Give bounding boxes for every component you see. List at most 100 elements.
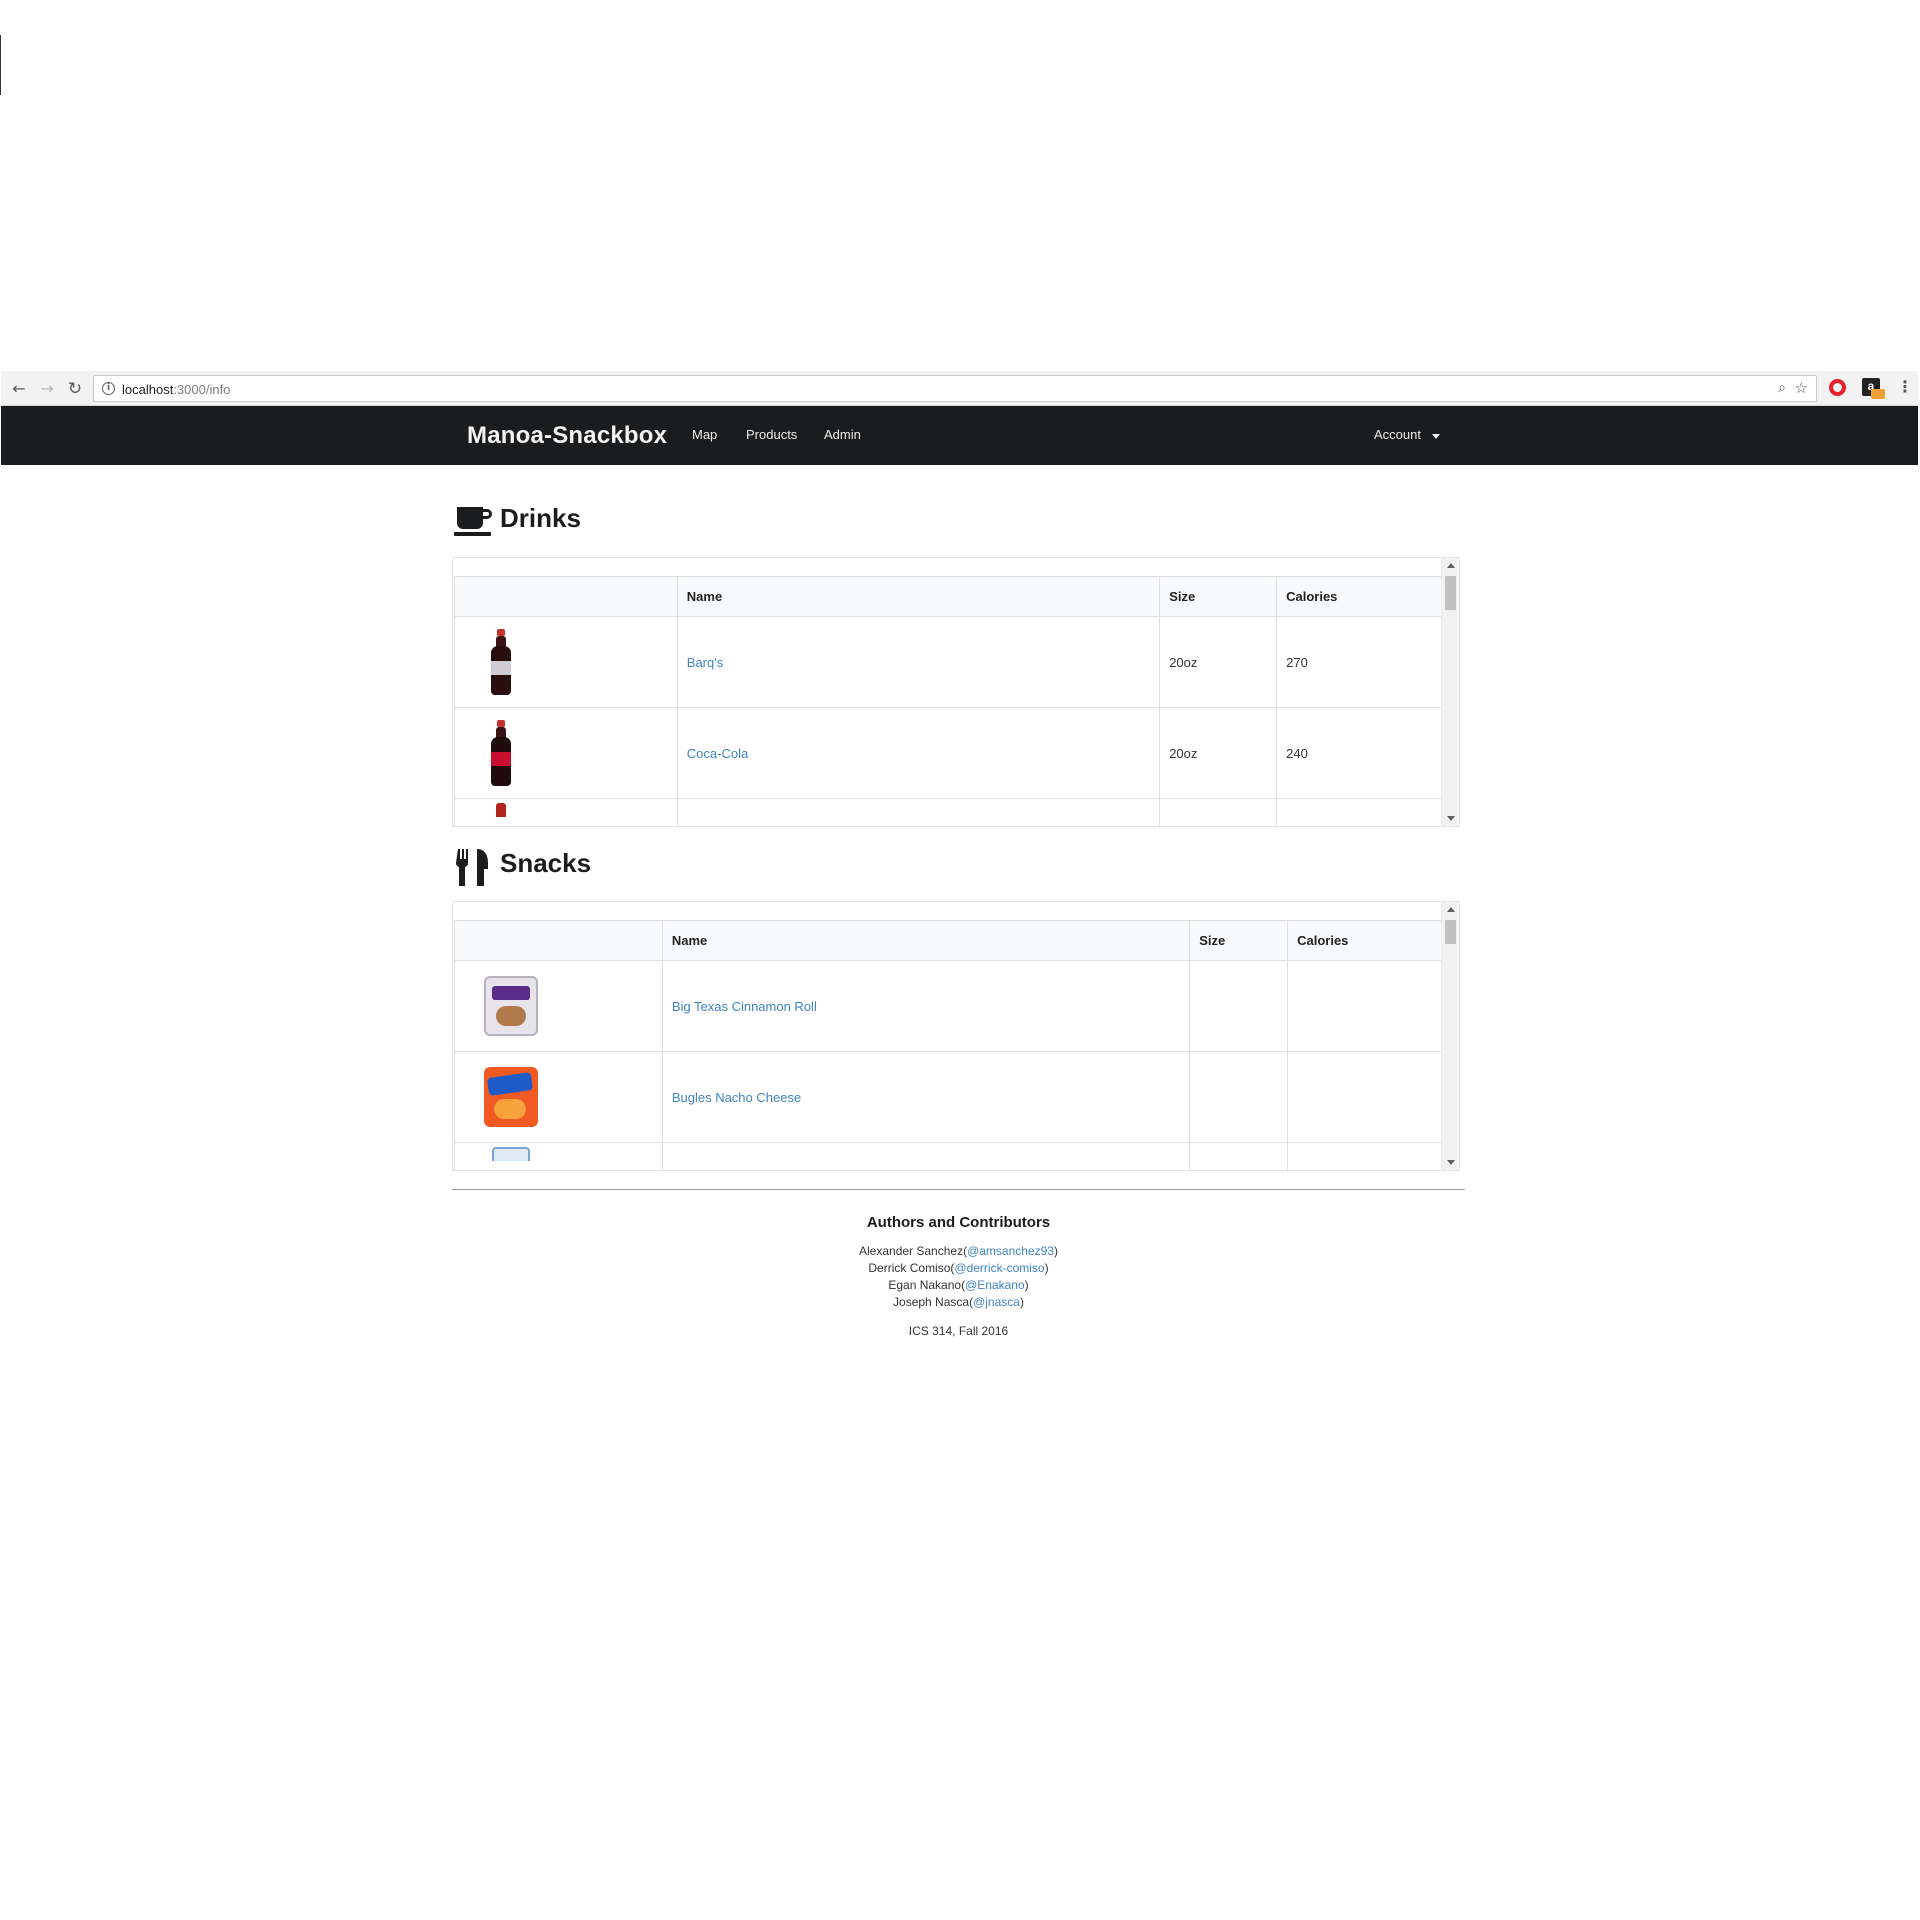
table-row: Big Texas Cinnamon Roll [454, 960, 1443, 1052]
table-row [454, 798, 1443, 826]
product-size-cell [1189, 1051, 1289, 1143]
drinks-scrollbar[interactable] [1441, 558, 1458, 826]
product-calories-cell [1287, 1051, 1443, 1143]
product-link[interactable]: Barq's [687, 655, 723, 670]
drinks-table-container[interactable]: Name Size Calories Barq's 20oz 270 Coca-… [452, 557, 1460, 827]
product-link[interactable]: Coca-Cola [687, 746, 748, 761]
product-calories-cell: 270 [1276, 616, 1443, 708]
author-name: Joseph Nasca [893, 1295, 970, 1309]
product-name-cell: Bugles Nacho Cheese [661, 1051, 1191, 1143]
snacks-heading-text: Snacks [500, 848, 592, 878]
coffee-cup-icon [454, 507, 492, 536]
product-size-cell: 20oz [1159, 707, 1278, 799]
table-row [454, 1142, 1443, 1170]
footer: Authors and Contributors Alexander Sanch… [452, 1214, 1465, 1338]
product-calories-cell [1287, 960, 1443, 1052]
scroll-down-arrow-icon[interactable] [1447, 1160, 1455, 1165]
extension-badge [1871, 389, 1885, 399]
url-host: localhost [122, 382, 174, 397]
partial-bottle-image [496, 802, 506, 817]
column-header-calories: Calories [1276, 576, 1443, 617]
author-line: Joseph Nasca(@jnasca) [893, 1295, 1024, 1309]
author-handle-link[interactable]: @jnasca [973, 1295, 1020, 1309]
product-size-cell [1189, 960, 1289, 1052]
author-line: Alexander Sanchez(@amsanchez93) [859, 1244, 1058, 1258]
address-bar[interactable]: i localhost:3000/info ⌕ ☆ [93, 375, 1817, 402]
product-image-cell [454, 798, 678, 826]
utensils-icon [456, 849, 488, 886]
browser-menu-icon[interactable]: ⋮ [1897, 377, 1913, 396]
table-row: Bugles Nacho Cheese [454, 1051, 1443, 1143]
product-name-cell: Barq's [676, 616, 1161, 708]
scroll-down-arrow-icon[interactable] [1447, 816, 1455, 821]
nav-map-link[interactable]: Map [692, 427, 717, 442]
table-row: Coca-Cola 20oz 240 [454, 707, 1443, 799]
author-line: Derrick Comiso(@derrick-comiso) [868, 1261, 1049, 1275]
footer-title: Authors and Contributors [866, 1214, 1051, 1231]
scrollbar-thumb[interactable] [1445, 920, 1456, 944]
product-image-cell [454, 707, 678, 799]
scroll-up-arrow-icon[interactable] [1447, 907, 1455, 912]
column-header-name: Name [676, 576, 1161, 617]
back-arrow-icon[interactable]: ← [9, 379, 29, 399]
product-size-cell: 20oz [1159, 616, 1278, 708]
product-link[interactable]: Big Texas Cinnamon Roll [672, 999, 817, 1014]
column-header-size: Size [1189, 920, 1289, 961]
product-calories-cell: 240 [1276, 707, 1443, 799]
product-image-cell [454, 616, 678, 708]
dropdown-caret-icon[interactable] [1432, 434, 1440, 439]
app-navbar: Manoa-Snackbox Map Products Admin Accoun… [1, 406, 1918, 465]
url-path: :3000/info [173, 382, 231, 397]
product-name-cell: Big Texas Cinnamon Roll [661, 960, 1191, 1052]
drinks-table: Name Size Calories Barq's 20oz 270 Coca-… [454, 576, 1443, 826]
forward-arrow-icon[interactable]: → [37, 379, 57, 399]
column-header-calories: Calories [1287, 920, 1443, 961]
product-name-cell: Coca-Cola [676, 707, 1161, 799]
reload-icon[interactable]: ↻ [65, 379, 85, 399]
nav-products-link[interactable]: Products [746, 427, 797, 442]
brand-logo[interactable]: Manoa-Snackbox [467, 422, 667, 450]
footer-divider [452, 1189, 1465, 1190]
author-handle-link[interactable]: @amsanchez93 [967, 1244, 1054, 1258]
browser-toolbar: ← → ↻ i localhost:3000/info ⌕ ☆ a ⋮ [1, 371, 1918, 406]
opera-extension-icon[interactable] [1829, 379, 1846, 396]
text-cursor [0, 35, 1, 95]
drinks-heading-text: Drinks [500, 503, 581, 533]
product-link[interactable]: Bugles Nacho Cheese [672, 1090, 801, 1105]
product-calories-cell [1276, 798, 1443, 826]
snacks-table-container[interactable]: Name Size Calories Big Texas Cinnamon Ro… [452, 901, 1460, 1171]
table-row: Barq's 20oz 270 [454, 616, 1443, 708]
author-name: Egan Nakano [888, 1278, 962, 1292]
author-name: Alexander Sanchez [859, 1244, 964, 1258]
course-info: ICS 314, Fall 2016 [908, 1324, 1009, 1338]
snacks-scrollbar[interactable] [1441, 902, 1458, 1170]
column-header-image [454, 920, 663, 961]
product-calories-cell [1287, 1142, 1443, 1170]
product-name-cell [661, 1142, 1191, 1170]
bugles-bag-image [484, 1067, 538, 1127]
coca-cola-bottle-image [490, 720, 512, 786]
author-name: Derrick Comiso [868, 1261, 951, 1275]
product-image-cell [454, 1051, 663, 1143]
bookmark-star-icon[interactable]: ☆ [1795, 379, 1808, 397]
product-image-cell [454, 1142, 663, 1170]
partial-snack-image [492, 1146, 530, 1161]
table-header-row: Name Size Calories [454, 576, 1443, 617]
nav-admin-link[interactable]: Admin [824, 427, 861, 442]
product-size-cell [1159, 798, 1278, 826]
account-dropdown[interactable]: Account [1374, 427, 1421, 442]
info-icon[interactable]: i [102, 382, 115, 395]
product-image-cell [454, 960, 663, 1052]
scroll-up-arrow-icon[interactable] [1447, 563, 1455, 568]
zoom-icon[interactable]: ⌕ [1778, 380, 1786, 396]
column-header-size: Size [1159, 576, 1278, 617]
author-line: Egan Nakano(@Enakano) [888, 1278, 1029, 1292]
product-name-cell [676, 798, 1161, 826]
scrollbar-thumb[interactable] [1445, 576, 1456, 610]
author-handle-link[interactable]: @Enakano [965, 1278, 1025, 1292]
author-handle-link[interactable]: @derrick-comiso [954, 1261, 1044, 1275]
column-header-name: Name [661, 920, 1191, 961]
big-texas-bag-image [484, 976, 538, 1036]
table-header-row: Name Size Calories [454, 920, 1443, 961]
url-text[interactable]: localhost:3000/info [122, 382, 230, 397]
